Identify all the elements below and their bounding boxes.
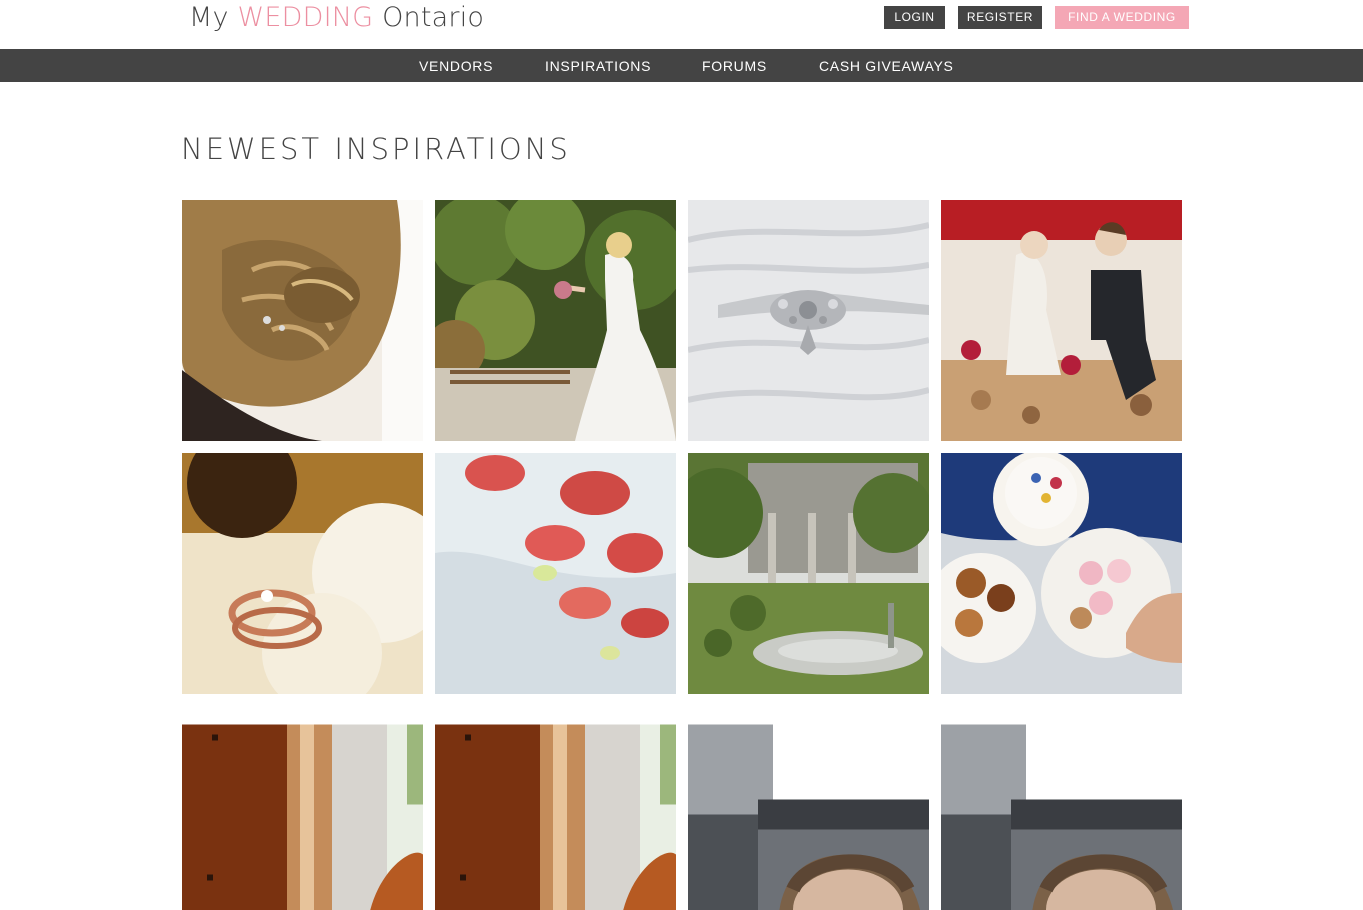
main-nav: VENDORS INSPIRATIONS FORUMS CASH GIVEAWA…	[0, 49, 1363, 82]
photo-cake-topper	[941, 200, 1182, 441]
photo-car-selfie-2	[941, 724, 1182, 910]
nav-forums[interactable]: FORUMS	[702, 49, 767, 82]
inspiration-tile-estate-garden[interactable]	[688, 453, 929, 694]
nav-vendors[interactable]: VENDORS	[419, 49, 493, 82]
inspiration-tile-dress-belt[interactable]	[688, 200, 929, 441]
inspiration-tile-car-selfie-2[interactable]	[941, 706, 1182, 910]
site-header: My WEDDING Ontario LOGIN REGISTER FIND A…	[0, 0, 1363, 49]
inspiration-tile-rings[interactable]	[182, 453, 423, 694]
login-button[interactable]: LOGIN	[884, 6, 945, 29]
register-button[interactable]: REGISTER	[958, 6, 1042, 29]
nav-inspirations[interactable]: INSPIRATIONS	[545, 49, 651, 82]
photo-wood-dog-1	[182, 724, 423, 910]
photo-bridal-updo	[182, 200, 423, 441]
page-title: NEWEST INSPIRATIONS	[181, 132, 571, 166]
inspiration-tile-wood-dog-2[interactable]	[435, 706, 676, 910]
photo-bride-walking	[435, 200, 676, 441]
inspiration-tile-cupcakes[interactable]	[941, 453, 1182, 694]
photo-dress-belt	[688, 200, 929, 441]
logo-accent: WEDDING	[237, 2, 374, 33]
logo-prefix: My	[189, 2, 229, 33]
inspiration-tile-bride-walking[interactable]	[435, 200, 676, 441]
find-a-wedding-button[interactable]: FIND A WEDDING	[1055, 6, 1189, 29]
inspiration-tile-cake-topper[interactable]	[941, 200, 1182, 441]
site-logo[interactable]: My WEDDING Ontario	[189, 2, 484, 34]
inspiration-tile-petal-cake[interactable]	[435, 453, 676, 694]
photo-rings	[182, 453, 423, 694]
logo-suffix: Ontario	[382, 2, 485, 33]
photo-cupcakes	[941, 453, 1182, 694]
inspiration-tile-car-selfie-1[interactable]	[688, 706, 929, 910]
photo-wood-dog-2	[435, 724, 676, 910]
inspiration-tile-wood-dog-1[interactable]	[182, 706, 423, 910]
photo-estate-garden	[688, 453, 929, 694]
inspiration-tile-updo[interactable]	[182, 200, 423, 441]
photo-car-selfie-1	[688, 724, 929, 910]
photo-petal-cake	[435, 453, 676, 694]
nav-cash-giveaways[interactable]: CASH GIVEAWAYS	[819, 49, 954, 82]
